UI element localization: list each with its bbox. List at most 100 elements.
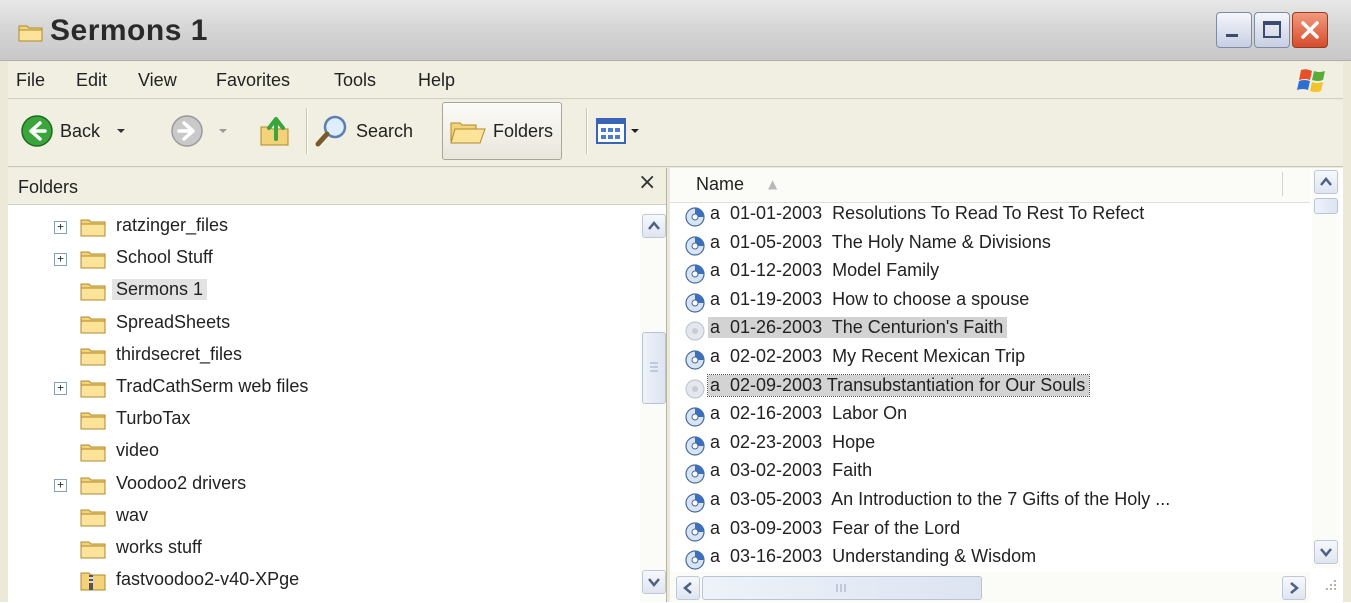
scroll-right-button[interactable] xyxy=(1282,576,1306,600)
folder-tree-item[interactable]: works stuff xyxy=(54,534,614,564)
menu-tools[interactable]: Tools xyxy=(334,70,376,91)
scroll-down-button[interactable] xyxy=(1314,540,1338,564)
media-file-icon xyxy=(685,550,705,570)
menu-favorites[interactable]: Favorites xyxy=(216,70,290,91)
folder-icon xyxy=(80,477,106,495)
search-button[interactable]: Search xyxy=(314,104,413,158)
media-file-icon xyxy=(685,407,705,427)
chevron-down-icon[interactable] xyxy=(628,124,642,138)
file-list-item[interactable]: a 01-12-2003 Model Family xyxy=(684,259,1304,287)
folder-tree-item[interactable]: thirdsecret_files xyxy=(54,341,614,371)
scroll-thumb[interactable] xyxy=(702,576,982,600)
files-vertical-scrollbar[interactable] xyxy=(1312,168,1340,568)
close-button[interactable] xyxy=(1292,12,1328,48)
window-title: Sermons 1 xyxy=(50,14,208,47)
resize-grip-icon[interactable] xyxy=(1318,574,1340,596)
folder-tree-item[interactable]: + ratzinger_files xyxy=(54,212,614,242)
chevron-up-icon xyxy=(648,221,660,230)
menu-edit[interactable]: Edit xyxy=(76,70,107,91)
folder-tree-item[interactable]: + TradCathSerm web files xyxy=(54,373,614,403)
folder-label: video xyxy=(116,440,160,461)
column-divider[interactable] xyxy=(1282,172,1283,196)
folders-pane: Folders × + ratzinger_files + School Stuff S… xyxy=(8,168,667,602)
file-list-item[interactable]: a 03-02-2003 Faith xyxy=(684,459,1304,487)
file-list-item[interactable]: a 03-16-2003 Understanding & Wisdom xyxy=(684,545,1304,573)
folder-label: SpreadSheets xyxy=(116,311,231,332)
file-name: a 01-01-2003 Resolutions To Read To Rest… xyxy=(710,203,1145,223)
folder-tree-item[interactable]: SpreadSheets xyxy=(54,309,614,339)
media-file-icon xyxy=(685,379,705,399)
scroll-thumb[interactable] xyxy=(642,332,666,404)
file-name: a 02-09-2003 Transubstantiation for Our … xyxy=(706,373,1091,397)
close-pane-icon[interactable]: × xyxy=(638,170,656,195)
expand-icon[interactable]: + xyxy=(54,478,67,492)
views-icon xyxy=(596,118,626,144)
folders-button[interactable]: Folders xyxy=(442,102,563,160)
expand-icon[interactable]: + xyxy=(54,253,67,267)
scroll-left-button[interactable] xyxy=(676,576,700,600)
folder-tree-item[interactable]: + School Stuff xyxy=(54,244,614,274)
folder-tree-item[interactable]: video xyxy=(54,437,614,467)
file-list-item[interactable]: a 02-02-2003 My Recent Mexican Trip xyxy=(684,345,1304,373)
folder-tree-item[interactable]: wav xyxy=(54,502,614,532)
folders-label: Folders xyxy=(493,120,554,141)
file-list-item[interactable]: a 02-23-2003 Hope xyxy=(684,431,1304,459)
file-list-item[interactable]: a 03-09-2003 Fear of the Lord xyxy=(684,517,1304,545)
file-list-item[interactable]: a 01-26-2003 The Centurion's Faith xyxy=(684,316,1304,344)
file-list-item[interactable]: a 01-19-2003 How to choose a spouse xyxy=(684,288,1304,316)
media-file-icon xyxy=(685,293,705,313)
menu-bar: File Edit View Favorites Tools Help xyxy=(8,62,1343,99)
forward-button[interactable] xyxy=(170,104,230,158)
maximize-icon xyxy=(1263,21,1281,38)
folder-label: School Stuff xyxy=(116,247,213,268)
expand-icon[interactable]: + xyxy=(54,221,67,234)
folder-tree-item[interactable]: TurboTax xyxy=(54,405,614,435)
file-name: a 03-05-2003 An Introduction to the 7 Gi… xyxy=(710,489,1171,509)
scroll-down-button[interactable] xyxy=(642,570,666,594)
file-name: a 03-09-2003 Fear of the Lord xyxy=(710,517,961,538)
folder-tree-item[interactable]: Sermons 1 xyxy=(54,276,614,306)
file-name: a 01-19-2003 How to choose a spouse xyxy=(710,288,1030,309)
title-bar[interactable]: Sermons 1 xyxy=(0,0,1351,61)
chevron-up-icon xyxy=(1320,177,1332,186)
chevron-left-icon xyxy=(683,582,692,594)
column-header-name[interactable]: Name ▲ xyxy=(670,168,1310,203)
minimize-button[interactable] xyxy=(1216,12,1252,48)
folders-scrollbar[interactable] xyxy=(640,212,666,602)
up-folder-button[interactable] xyxy=(258,104,294,158)
folder-label: fastvoodoo2-v40-XPge xyxy=(116,569,300,590)
file-name: a 01-12-2003 Model Family xyxy=(710,260,940,281)
media-file-icon xyxy=(685,321,705,341)
folder-tree-item[interactable]: fastvoodoo2-v40-XPge xyxy=(54,566,614,596)
folder-icon xyxy=(80,444,106,462)
folder-icon xyxy=(80,219,106,237)
folder-label: ratzinger_files xyxy=(116,215,229,235)
views-button[interactable] xyxy=(596,104,642,158)
file-name: a 02-23-2003 Hope xyxy=(710,431,876,452)
file-list-item[interactable]: a 02-09-2003 Transubstantiation for Our … xyxy=(684,373,1304,402)
expand-icon[interactable]: + xyxy=(54,382,67,395)
up-folder-icon xyxy=(260,117,289,146)
scroll-up-button[interactable] xyxy=(1314,170,1338,194)
files-horizontal-scrollbar[interactable] xyxy=(670,572,1310,602)
chevron-down-icon[interactable] xyxy=(114,124,128,138)
file-name: a 03-16-2003 Understanding & Wisdom xyxy=(710,546,1037,567)
menu-help[interactable]: Help xyxy=(418,70,455,91)
media-file-icon xyxy=(685,436,705,456)
folder-tree-item[interactable]: + Voodoo2 drivers xyxy=(54,470,614,500)
maximize-button[interactable] xyxy=(1254,12,1290,48)
folder-label: works stuff xyxy=(116,537,202,557)
menu-view[interactable]: View xyxy=(138,70,177,91)
chevron-down-icon[interactable] xyxy=(216,124,230,138)
forward-arrow-icon xyxy=(171,115,203,147)
scroll-up-button[interactable] xyxy=(642,214,666,238)
menu-file[interactable]: File xyxy=(16,70,45,91)
back-button[interactable]: Back xyxy=(20,104,128,158)
file-list-item[interactable]: a 01-05-2003 The Holy Name & Divisions xyxy=(684,231,1304,259)
name-column-label: Name xyxy=(696,174,745,194)
scroll-thumb[interactable] xyxy=(1314,198,1338,214)
file-list-item[interactable]: a 02-16-2003 Labor On xyxy=(684,402,1304,430)
file-list-item[interactable]: a 01-01-2003 Resolutions To Read To Rest… xyxy=(684,202,1304,230)
media-file-icon xyxy=(685,493,705,513)
file-list-item[interactable]: a 03-05-2003 An Introduction to the 7 Gi… xyxy=(684,488,1304,516)
